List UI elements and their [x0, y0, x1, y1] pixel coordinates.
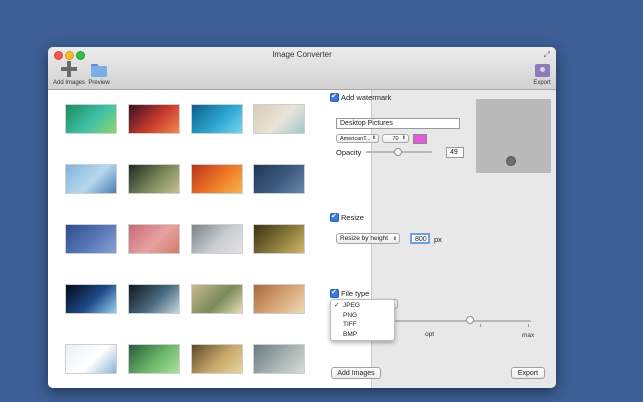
fullscreen-icon[interactable]: ⤢ [544, 50, 550, 60]
thumbnail-sand-beach[interactable] [253, 104, 305, 134]
toolbar-add-images-button[interactable]: Add Images [52, 61, 86, 86]
thumbnail-red-canyon[interactable] [128, 104, 180, 134]
opacity-label: Opacity [336, 148, 362, 157]
thumbnail-dark-blue-sky[interactable] [253, 164, 305, 194]
font-popup[interactable]: AmericanT... ⬍ [336, 134, 379, 143]
filetype-menu-item[interactable]: ✓ JPEG [331, 301, 394, 311]
filetype-menu-item[interactable]: PNG [331, 311, 394, 321]
toolbar-preview-button[interactable]: Preview [86, 61, 112, 86]
resize-unit-label: px [434, 235, 442, 244]
resize-value-field[interactable]: 800 [410, 233, 430, 244]
thumbnail-golden-forest[interactable] [253, 224, 305, 254]
watermark-position-handle[interactable] [506, 156, 516, 166]
image-gallery[interactable] [48, 90, 372, 388]
quality-opt-label: opt [425, 331, 435, 338]
thumbnail-autumn-leaves[interactable] [191, 164, 243, 194]
font-size-popup[interactable]: 70 ⬍ [382, 134, 409, 143]
thumbnail-elephant-savanna[interactable] [191, 284, 243, 314]
opacity-slider-knob[interactable] [394, 148, 403, 156]
filetype-menu-item[interactable]: BMP [331, 330, 394, 340]
filetype-menu-label: JPEG [343, 302, 360, 309]
thumbnail-grass-dark[interactable] [128, 164, 180, 194]
window-title: Image Converter [272, 50, 332, 59]
watermark-text-field[interactable]: Desktop Pictures [336, 118, 460, 129]
app-window: Image Converter ⤢ Add Images Preview Exp… [48, 47, 556, 388]
toolbar-preview-label: Preview [88, 80, 110, 86]
thumbnail-foggy-lake[interactable] [191, 224, 243, 254]
title-bar: Image Converter ⤢ Add Images Preview Exp… [48, 47, 556, 90]
filetype-menu-label: TIFF [343, 321, 357, 328]
quality-max-label: max [522, 332, 535, 339]
add-images-button[interactable]: Add Images [331, 367, 381, 379]
filetype-label: File type [341, 288, 370, 298]
resize-check-icon[interactable] [330, 212, 339, 222]
checkmark-icon: ✓ [334, 302, 340, 309]
thumbnail-earth-orbit[interactable] [128, 284, 180, 314]
thumbnail-blue-crevasse[interactable] [65, 224, 117, 254]
resize-checkbox[interactable]: Resize [330, 212, 364, 222]
quality-tick [528, 324, 529, 327]
filetype-menu-label: PNG [343, 311, 358, 319]
thumbnail-snow-field[interactable] [65, 344, 117, 374]
thumbnail-lily-pads[interactable] [128, 344, 180, 374]
popup-arrow-icon: ⬍ [401, 135, 406, 141]
watermark-preview [476, 99, 551, 173]
toolbar-export-button[interactable]: Export [530, 61, 554, 86]
thumbnail-desert-caravan[interactable] [253, 284, 305, 314]
thumbnail-blue-ice[interactable] [65, 164, 117, 194]
folder-icon [91, 64, 107, 77]
quality-slider-knob[interactable] [465, 316, 474, 324]
toolbar-add-images-label: Add Images [52, 80, 86, 86]
popup-arrow-icon: ⬍ [371, 135, 376, 141]
resize-mode-popup[interactable]: Resize by height ⬍ [336, 233, 400, 244]
quality-slider[interactable] [395, 320, 531, 322]
filetype-checkbox[interactable]: File type [330, 288, 369, 298]
export-icon [534, 64, 550, 77]
font-popup-value: AmericanT... [340, 136, 371, 142]
export-button[interactable]: Export [511, 367, 545, 379]
filetype-menu[interactable]: ✓ JPEG PNG TIFF BMP [330, 299, 395, 341]
opacity-value-field[interactable]: 49 [446, 147, 464, 158]
watermark-color-swatch[interactable] [413, 134, 427, 144]
thumbnail-pink-dunes[interactable] [128, 224, 180, 254]
toolbar-export-label: Export [533, 80, 551, 86]
resize-mode-value: Resize by height [340, 235, 389, 242]
thumbnail-misty-water[interactable] [253, 344, 305, 374]
add-icon [61, 61, 77, 77]
font-size-value: 70 [392, 136, 399, 142]
watermark-check-icon[interactable] [330, 92, 339, 102]
filetype-menu-label: BMP [343, 330, 358, 338]
popup-arrow-icon: ⬍ [392, 236, 397, 242]
thumbnail-blue-water[interactable] [191, 104, 243, 134]
thumbnail-desert-dunes[interactable] [191, 344, 243, 374]
filetype-menu-item[interactable]: TIFF [331, 320, 394, 330]
resize-label: Resize [341, 212, 364, 222]
thumbnail-earth-night[interactable] [65, 284, 117, 314]
watermark-checkbox[interactable]: Add watermark [330, 92, 391, 102]
watermark-label: Add watermark [341, 92, 392, 102]
thumbnail-green-aerial[interactable] [65, 104, 117, 134]
quality-tick [480, 324, 481, 327]
filetype-check-icon[interactable] [330, 288, 339, 298]
